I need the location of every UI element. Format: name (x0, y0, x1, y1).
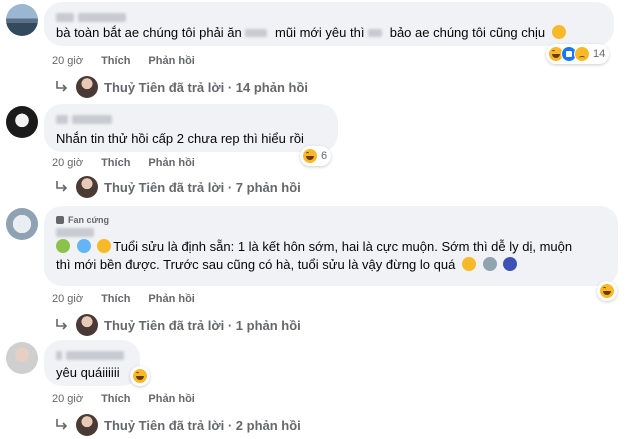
sad-icon (574, 46, 590, 62)
reply-arrow-icon (56, 419, 68, 430)
author-name-blurred[interactable] (56, 112, 326, 126)
reaction-count: 14 (593, 48, 606, 60)
blueberries-icon (503, 257, 518, 271)
comment-text: bà toàn bắt ae chúng tôi phải ăn mũi mới… (56, 24, 602, 42)
kiwi-icon (56, 239, 70, 253)
hearts-face-icon (97, 239, 112, 253)
timestamp[interactable]: 20 giờ (52, 293, 83, 305)
author-name-blurred[interactable] (56, 348, 128, 362)
comment-text: Tuổi sửu là định sẵn: 1 là kết hôn sớm, … (56, 238, 606, 256)
timestamp[interactable]: 20 giờ (52, 393, 83, 405)
reply-button[interactable]: Phản hồi (148, 293, 194, 305)
badge-icon (56, 216, 64, 224)
avatar[interactable] (6, 208, 38, 240)
like-button[interactable]: Thích (101, 55, 130, 67)
haha-icon (599, 283, 615, 299)
comment-bubble: bà toàn bắt ae chúng tôi phải ăn mũi mới… (44, 2, 614, 46)
comment-text-line2: thì mới bền được. Trước sau cũng có hà, … (56, 256, 606, 274)
like-button[interactable]: Thích (101, 393, 130, 405)
censored-word (245, 29, 268, 37)
reply-author-avatar (76, 176, 98, 198)
like-button[interactable]: Thích (101, 293, 130, 305)
view-replies-link[interactable]: Thuỷ Tiên đã trả lời · 2 phản hồi (54, 414, 301, 436)
reactions-summary[interactable] (130, 366, 150, 386)
haha-icon (132, 368, 148, 384)
pensive-face-icon (551, 25, 566, 39)
like-button[interactable]: Thích (101, 157, 130, 169)
view-replies-link[interactable]: Thuỷ Tiên đã trả lời · 1 phản hồi (54, 314, 301, 336)
timestamp[interactable]: 20 giờ (52, 157, 83, 169)
replies-summary: Thuỷ Tiên đã trả lời · 1 phản hồi (104, 317, 301, 333)
reply-author-avatar (76, 76, 98, 98)
dolphin-icon (76, 239, 91, 253)
comment-bubble: Nhắn tin thử hồi cấp 2 chưa rep thì hiểu… (44, 104, 338, 152)
reactions-summary[interactable]: 6 (300, 146, 332, 166)
view-replies-link[interactable]: Thuỷ Tiên đã trả lời · 7 phản hồi (54, 176, 301, 198)
dolphin-icon (482, 257, 497, 271)
reply-author-avatar (76, 314, 98, 336)
reply-button[interactable]: Phản hồi (148, 157, 194, 169)
replies-summary: Thuỷ Tiên đã trả lời · 2 phản hồi (104, 417, 301, 433)
comment-text: Nhắn tin thử hồi cấp 2 chưa rep thì hiểu… (56, 131, 304, 146)
grin-icon (461, 257, 476, 271)
avatar[interactable] (6, 342, 38, 374)
reply-button[interactable]: Phản hồi (148, 393, 194, 405)
reply-arrow-icon (56, 181, 68, 192)
replies-summary: Thuỷ Tiên đã trả lời · 7 phản hồi (104, 179, 301, 195)
avatar[interactable] (6, 106, 38, 138)
comment-bubble: yêu quáiiiiii (44, 340, 140, 386)
fan-badge[interactable]: Fan cứng (56, 214, 606, 226)
timestamp[interactable]: 20 giờ (52, 55, 83, 67)
avatar[interactable] (6, 4, 38, 36)
reactions-summary[interactable] (597, 281, 617, 301)
comment-text: yêu quáiiiiii (56, 365, 120, 380)
replies-summary: Thuỷ Tiên đã trả lời · 14 phản hồi (104, 79, 309, 95)
comment-bubble: Fan cứng Tuổi sửu là định sẵn: 1 là kết … (44, 206, 618, 286)
reply-author-avatar (76, 414, 98, 436)
view-replies-link[interactable]: Thuỷ Tiên đã trả lời · 14 phản hồi (54, 76, 308, 98)
haha-icon (302, 148, 318, 164)
reactions-summary[interactable]: 14 (546, 44, 610, 64)
reaction-count: 6 (321, 150, 328, 162)
author-name-blurred[interactable] (56, 226, 606, 238)
reply-arrow-icon (56, 81, 68, 92)
author-name-blurred[interactable] (56, 10, 602, 24)
reply-button[interactable]: Phản hồi (148, 55, 194, 67)
censored-word (368, 29, 383, 37)
reply-arrow-icon (56, 319, 68, 330)
